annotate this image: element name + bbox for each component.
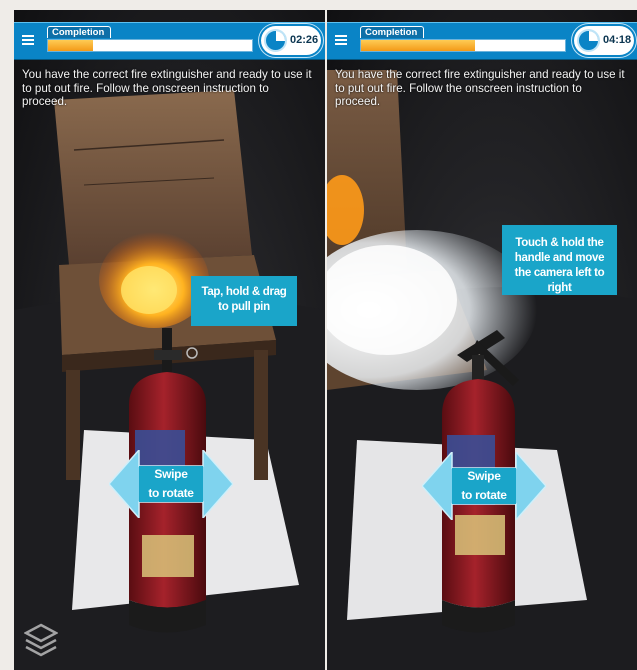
top-bar: Completion 02:26 <box>14 22 325 60</box>
menu-button[interactable] <box>18 27 40 53</box>
progress-fill <box>361 40 476 51</box>
camera-scene <box>327 10 637 670</box>
instruction-text: You have the correct fire extinguisher a… <box>22 68 312 108</box>
timer: 04:18 <box>574 26 634 55</box>
completion-label: Completion <box>47 26 111 38</box>
swipe-text-line1: Swipe <box>154 467 188 481</box>
timer-text: 02:26 <box>290 34 319 46</box>
completion-progress-bar <box>47 39 253 52</box>
completion-label: Completion <box>360 26 424 38</box>
timer: 02:26 <box>261 26 321 55</box>
swipe-arrow-icon <box>422 452 546 520</box>
swipe-text-line2: to rotate <box>461 488 507 502</box>
camera-scene <box>14 10 325 670</box>
ar-view-left: Completion 02:26 You have the correct fi… <box>14 10 325 670</box>
vuforia-logo-icon <box>23 623 59 662</box>
hint-pull-pin: Tap, hold & drag to pull pin <box>191 276 297 326</box>
swipe-control[interactable]: Swipe to rotate <box>422 452 546 520</box>
ar-view-right: Completion 04:18 You have the correct fi… <box>327 10 637 670</box>
scene-illustration <box>327 70 637 670</box>
menu-button[interactable] <box>331 27 353 53</box>
completion-progress-bar <box>360 39 566 52</box>
timer-icon <box>264 29 287 52</box>
timer-icon <box>577 29 600 52</box>
instruction-text: You have the correct fire extinguisher a… <box>335 68 625 108</box>
menu-icon <box>22 35 34 37</box>
swipe-control[interactable]: Swipe to rotate <box>109 450 233 518</box>
top-bar: Completion 04:18 <box>327 22 637 60</box>
menu-icon <box>335 35 347 37</box>
hint-handle-move-camera: Touch & hold the handle and move the cam… <box>502 225 617 295</box>
progress-fill <box>48 40 93 51</box>
swipe-text-line2: to rotate <box>148 486 194 500</box>
timer-text: 04:18 <box>603 34 632 46</box>
swipe-text-line1: Swipe <box>467 469 501 483</box>
swipe-arrow-icon <box>109 450 233 518</box>
scene-illustration <box>14 90 325 670</box>
